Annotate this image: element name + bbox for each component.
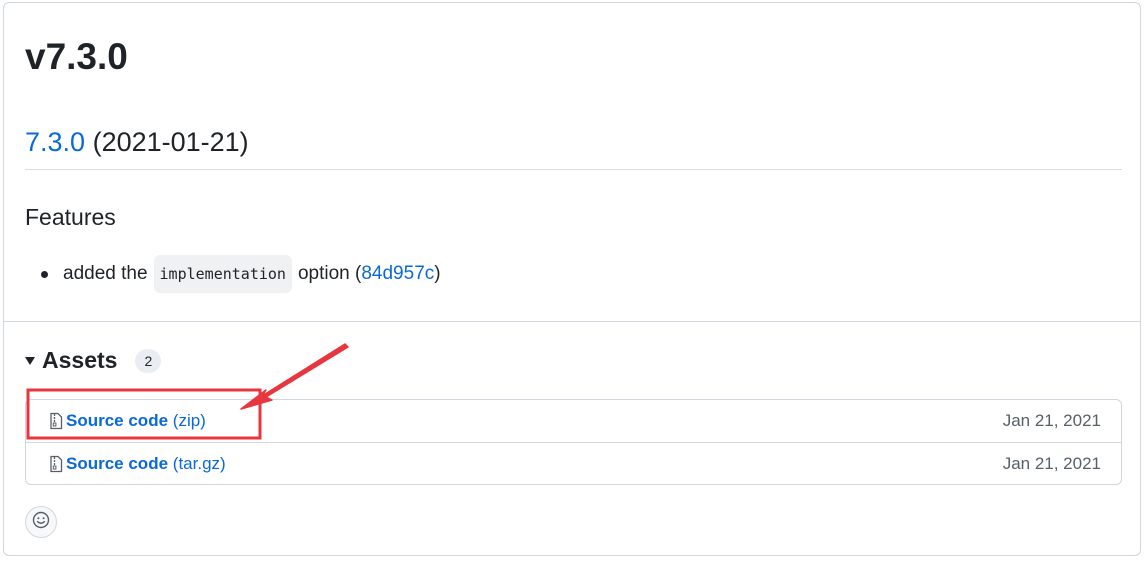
heading-rule (25, 169, 1122, 170)
asset-download-link[interactable]: Source code (tar.gz) (66, 454, 226, 474)
feature-prefix: added the (63, 263, 148, 284)
file-zip-icon (48, 412, 64, 430)
features-list: added the implementation option (84d957c… (25, 255, 441, 293)
asset-list: Source code (zip) Jan 21, 2021 Source co… (25, 399, 1122, 485)
assets-toggle[interactable]: Assets 2 (25, 347, 162, 374)
version-link[interactable]: 7.3.0 (25, 127, 85, 157)
bullet-icon (41, 270, 48, 278)
smiley-icon (32, 511, 50, 534)
assets-heading: Assets (42, 347, 118, 373)
release-card: v7.3.0 7.3.0 (2021-01-21) Features added… (3, 2, 1141, 556)
asset-date: Jan 21, 2021 (1002, 453, 1101, 473)
asset-download-link[interactable]: Source code (zip) (66, 411, 206, 431)
feature-suffix: option (297, 263, 350, 284)
asset-row: Source code (zip) Jan 21, 2021 (26, 400, 1121, 442)
asset-date: Jan 21, 2021 (1002, 411, 1101, 430)
assets-count-badge: 2 (135, 348, 162, 373)
inline-code: implementation (153, 255, 292, 293)
version-date: (2021-01-21) (92, 127, 249, 157)
asset-row: Source code (tar.gz) Jan 21, 2021 (26, 442, 1121, 484)
release-title: v7.3.0 (25, 36, 128, 77)
commit-link[interactable]: 84d957c (361, 259, 434, 289)
features-heading: Features (25, 204, 116, 230)
file-zip-icon (48, 455, 64, 473)
version-heading: 7.3.0 (2021-01-21) (25, 123, 249, 161)
triangle-down-icon (25, 356, 35, 365)
close-paren: ) (434, 263, 441, 284)
section-divider (4, 321, 1140, 322)
list-item: added the implementation option (84d957c… (25, 255, 441, 293)
add-reaction-button[interactable] (25, 506, 57, 538)
